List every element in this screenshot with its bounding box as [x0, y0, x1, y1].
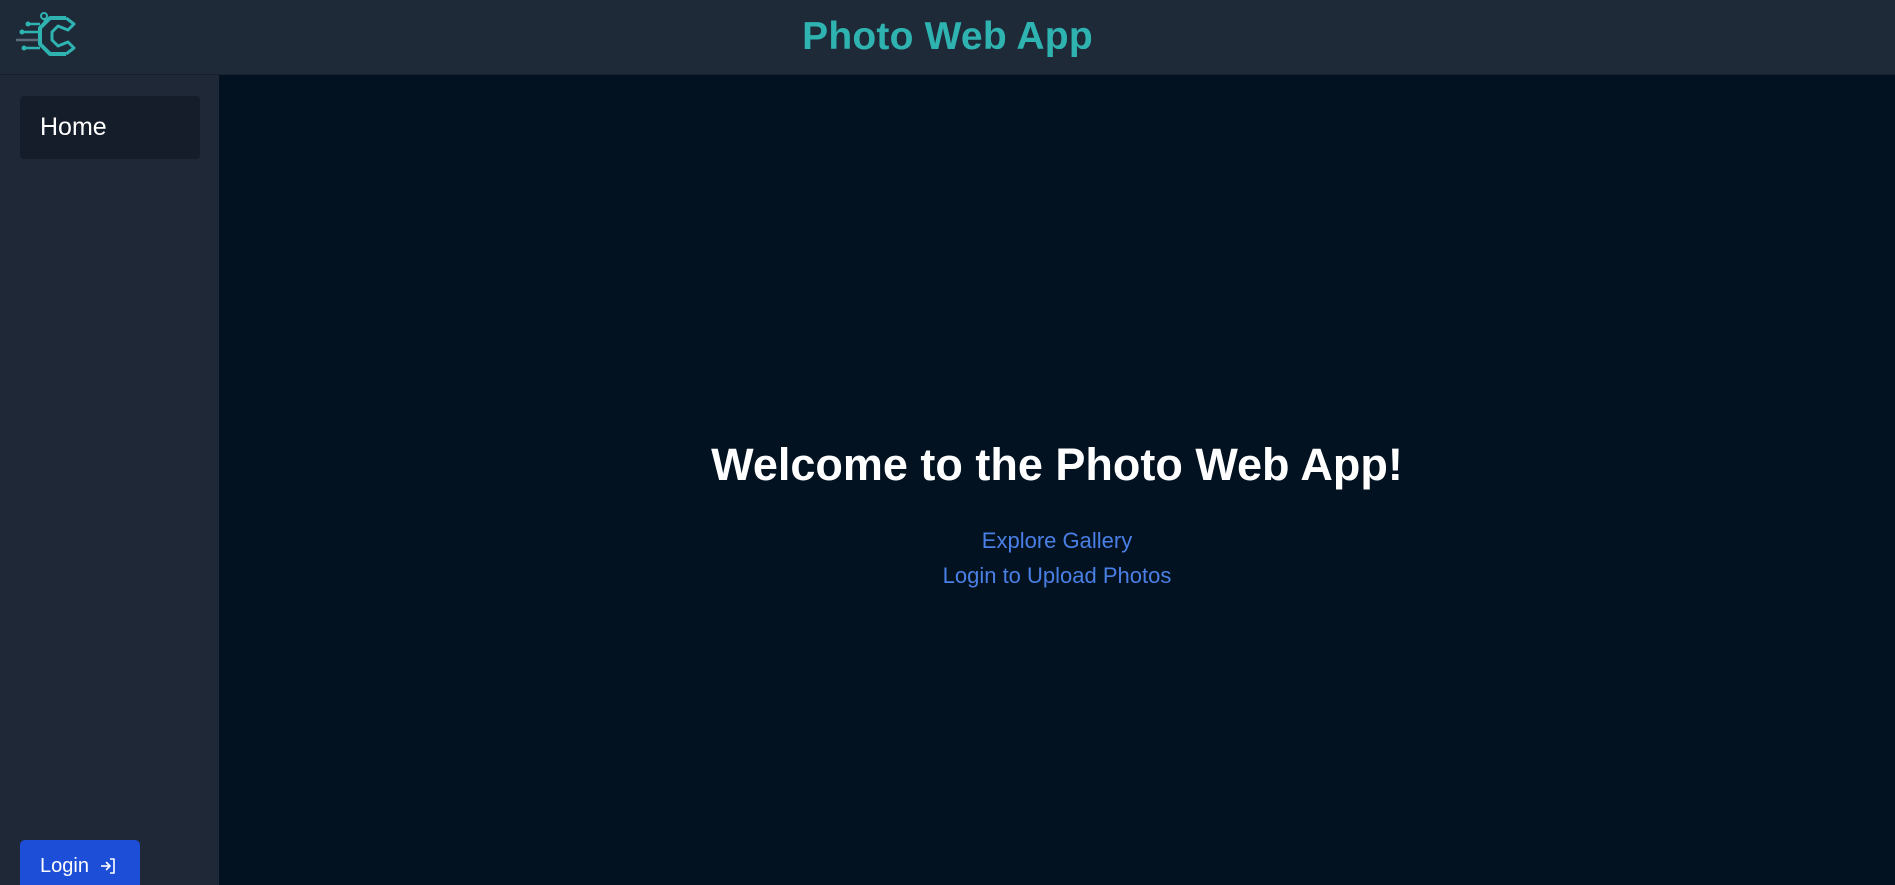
app-root: Photo Web App Home Login Welcome to the … — [0, 0, 1895, 885]
main-content: Welcome to the Photo Web App! Explore Ga… — [219, 75, 1895, 885]
login-button-label: Login — [40, 855, 89, 877]
login-upload-link[interactable]: Login to Upload Photos — [219, 558, 1895, 593]
app-title: Photo Web App — [802, 15, 1093, 58]
top-header: Photo Web App — [0, 0, 1895, 75]
sign-in-arrow-icon — [99, 857, 117, 875]
main-links: Explore Gallery Login to Upload Photos — [219, 523, 1895, 593]
sidebar-item-home[interactable]: Home — [20, 96, 200, 159]
welcome-heading: Welcome to the Photo Web App! — [711, 439, 1403, 490]
sidebar: Home Login — [0, 75, 219, 885]
login-button[interactable]: Login — [20, 840, 140, 885]
explore-gallery-link[interactable]: Explore Gallery — [219, 523, 1895, 558]
